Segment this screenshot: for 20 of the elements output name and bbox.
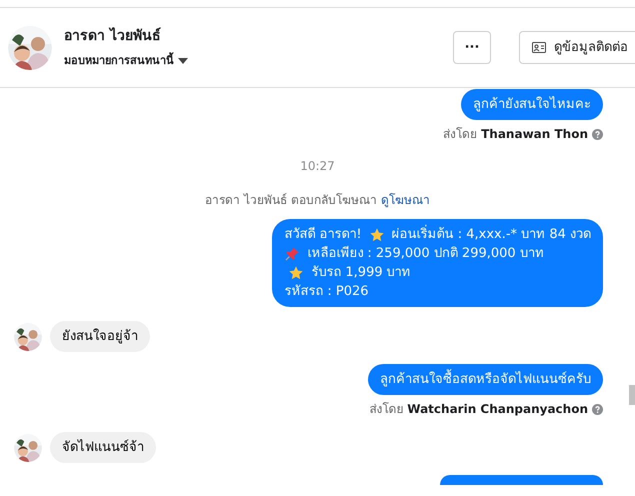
message-text: รับรถ 1,999 บาท (311, 264, 411, 282)
incoming-message-bubble: จัดไฟแนนซ์จ้า (50, 432, 156, 463)
assign-conversation-dropdown[interactable]: มอบหมายการสนทนานี้ (64, 52, 188, 70)
system-notice: อารดา ไวยพันธ์ ตอบกลับโฆษณา (205, 192, 377, 209)
contact-name: อารดา ไวยพันธ์ (64, 26, 162, 46)
sent-by-label: ส่งโดย (443, 126, 478, 143)
incoming-message-bubble: ยังสนใจอยู่จ้า (50, 321, 150, 352)
sender-name: Thanawan Thon (481, 126, 588, 143)
timestamp: 10:27 (300, 158, 335, 175)
sent-by-label: ส่งโดย (369, 401, 404, 418)
view-ad-link[interactable]: ดูโฆษณา (380, 191, 430, 209)
view-contact-button[interactable]: ดูข้อมูลติดต่อ (519, 31, 635, 64)
message-text: ลูกค้ายังสนใจไหมคะ (473, 95, 591, 114)
sender-name: Watcharin Chanpanyachon (407, 401, 588, 418)
message-text: รหัสรถ : P026 (284, 283, 369, 301)
message-text: ผ่อนเริ่มต้น : 4,xxx.-* บาท 84 งวด (392, 225, 591, 244)
message-text: ลูกค้าสนใจซื้อสดหรือจัดไฟแนนซ์ครับ (380, 370, 591, 389)
more-button[interactable]: ··· (453, 31, 491, 64)
message-text: เหลือเพียง : 259,000 ปกติ 299,000 บาท (307, 244, 544, 263)
message-text: สวัสดี อารดา! (284, 226, 362, 244)
